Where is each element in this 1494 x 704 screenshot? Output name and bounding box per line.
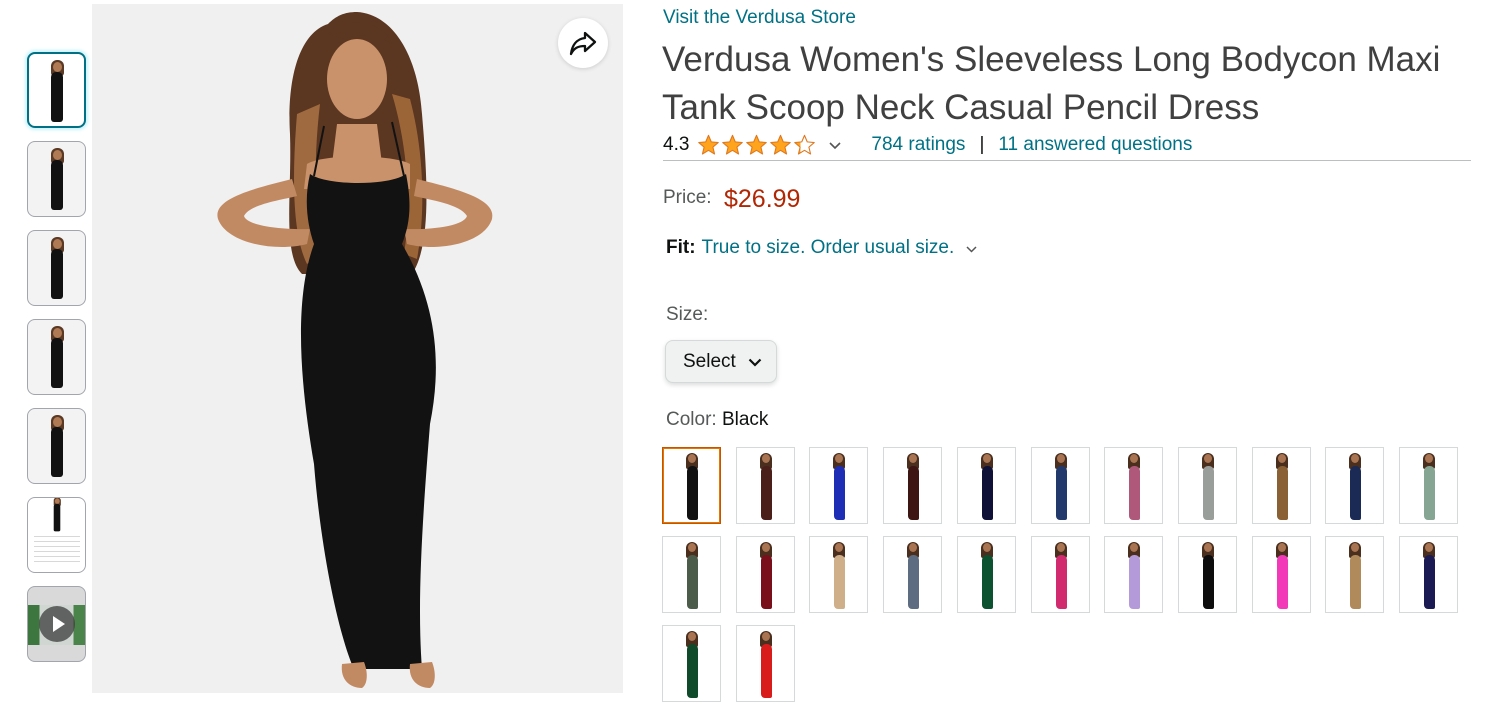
divider [663, 160, 1471, 161]
swatch-image [903, 453, 923, 520]
star-rating[interactable] [697, 134, 817, 156]
rating-row: 4.3 784 ratings | 11 answered questions [663, 132, 1192, 158]
color-swatch[interactable] [662, 447, 721, 524]
thumbnail-5[interactable] [27, 408, 86, 484]
swatch-image [977, 453, 997, 520]
model-in-black-dress-image [92, 4, 623, 693]
swatch-image [829, 453, 849, 520]
play-icon [38, 606, 75, 642]
color-swatch[interactable] [1031, 536, 1090, 613]
color-swatch[interactable] [1325, 536, 1384, 613]
color-swatch[interactable] [662, 536, 721, 613]
swatch-image [829, 542, 849, 609]
color-row: Color: Black [666, 409, 768, 431]
color-swatch[interactable] [1031, 447, 1090, 524]
thumbnail-1[interactable] [27, 52, 86, 128]
swatch-image [1272, 542, 1292, 609]
color-swatch[interactable] [736, 536, 795, 613]
thumbnail-size-chart[interactable] [27, 497, 86, 573]
thumbnail-3[interactable] [27, 230, 86, 306]
swatch-image [1345, 542, 1365, 609]
swatch-image [1198, 453, 1218, 520]
thumbnail-2[interactable] [27, 141, 86, 217]
color-swatch[interactable] [1399, 536, 1458, 613]
swatch-image [1124, 453, 1144, 520]
price-label: Price: [663, 187, 712, 208]
color-selected-value: Black [721, 409, 769, 430]
size-label: Size: [666, 304, 709, 325]
main-product-image[interactable] [92, 4, 623, 693]
color-swatch[interactable] [1104, 447, 1163, 524]
star-icon [746, 134, 768, 155]
swatch-image [756, 542, 776, 609]
size-selected-value: Select [683, 350, 736, 372]
color-swatch-grid [662, 447, 1462, 703]
color-swatch[interactable] [883, 447, 942, 524]
fit-label: Fit: [666, 237, 696, 258]
ratings-count-link[interactable]: 784 ratings [871, 134, 965, 156]
thumbnail-4[interactable] [27, 319, 86, 395]
rating-value: 4.3 [663, 134, 690, 155]
color-swatch[interactable] [1104, 536, 1163, 613]
star-icon [770, 134, 792, 155]
chevron-down-icon[interactable] [966, 241, 977, 256]
color-swatch[interactable] [736, 447, 795, 524]
star-icon [698, 134, 720, 155]
color-swatch[interactable] [1325, 447, 1384, 524]
swatch-image [1198, 542, 1218, 609]
product-title: Verdusa Women's Sleeveless Long Bodycon … [662, 40, 1441, 127]
size-chart-table [34, 532, 80, 562]
color-swatch[interactable] [809, 447, 868, 524]
swatch-image [1345, 453, 1365, 520]
swatch-image [1051, 453, 1071, 520]
size-dropdown[interactable]: Select [665, 340, 777, 383]
color-swatch[interactable] [883, 536, 942, 613]
swatch-image [1051, 542, 1071, 609]
fit-text[interactable]: True to size. Order usual size. [702, 237, 955, 259]
swatch-image [682, 453, 702, 520]
color-label: Color: [666, 409, 717, 430]
fit-info[interactable]: Fit: True to size. Order usual size. [666, 237, 977, 259]
color-swatch[interactable] [1399, 447, 1458, 524]
swatch-image [1272, 453, 1292, 520]
swatch-image [756, 631, 776, 698]
swatch-image [682, 542, 702, 609]
chevron-down-icon[interactable] [829, 137, 841, 153]
color-swatch[interactable] [957, 447, 1016, 524]
swatch-image [756, 453, 776, 520]
color-swatch[interactable] [736, 625, 795, 702]
share-button[interactable] [558, 18, 608, 68]
chevron-down-icon [748, 351, 762, 373]
star-icon [794, 134, 816, 155]
answered-questions-link[interactable]: 11 answered questions [998, 134, 1192, 156]
swatch-image [977, 542, 997, 609]
swatch-image [903, 542, 923, 609]
swatch-image [682, 631, 702, 698]
color-swatch[interactable] [1178, 536, 1237, 613]
color-swatch[interactable] [1178, 447, 1237, 524]
swatch-image [1419, 542, 1439, 609]
visit-store-link[interactable]: Visit the Verdusa Store [663, 7, 856, 29]
color-swatch[interactable] [809, 536, 868, 613]
thumbnail-video[interactable] [27, 586, 86, 662]
color-swatch[interactable] [957, 536, 1016, 613]
star-icon [722, 134, 744, 155]
separator: | [979, 134, 985, 155]
swatch-image [1419, 453, 1439, 520]
share-icon [569, 31, 597, 56]
color-swatch[interactable] [1252, 536, 1311, 613]
color-swatch[interactable] [662, 625, 721, 702]
swatch-image [1124, 542, 1144, 609]
color-swatch[interactable] [1252, 447, 1311, 524]
price-value: $26.99 [724, 185, 801, 213]
